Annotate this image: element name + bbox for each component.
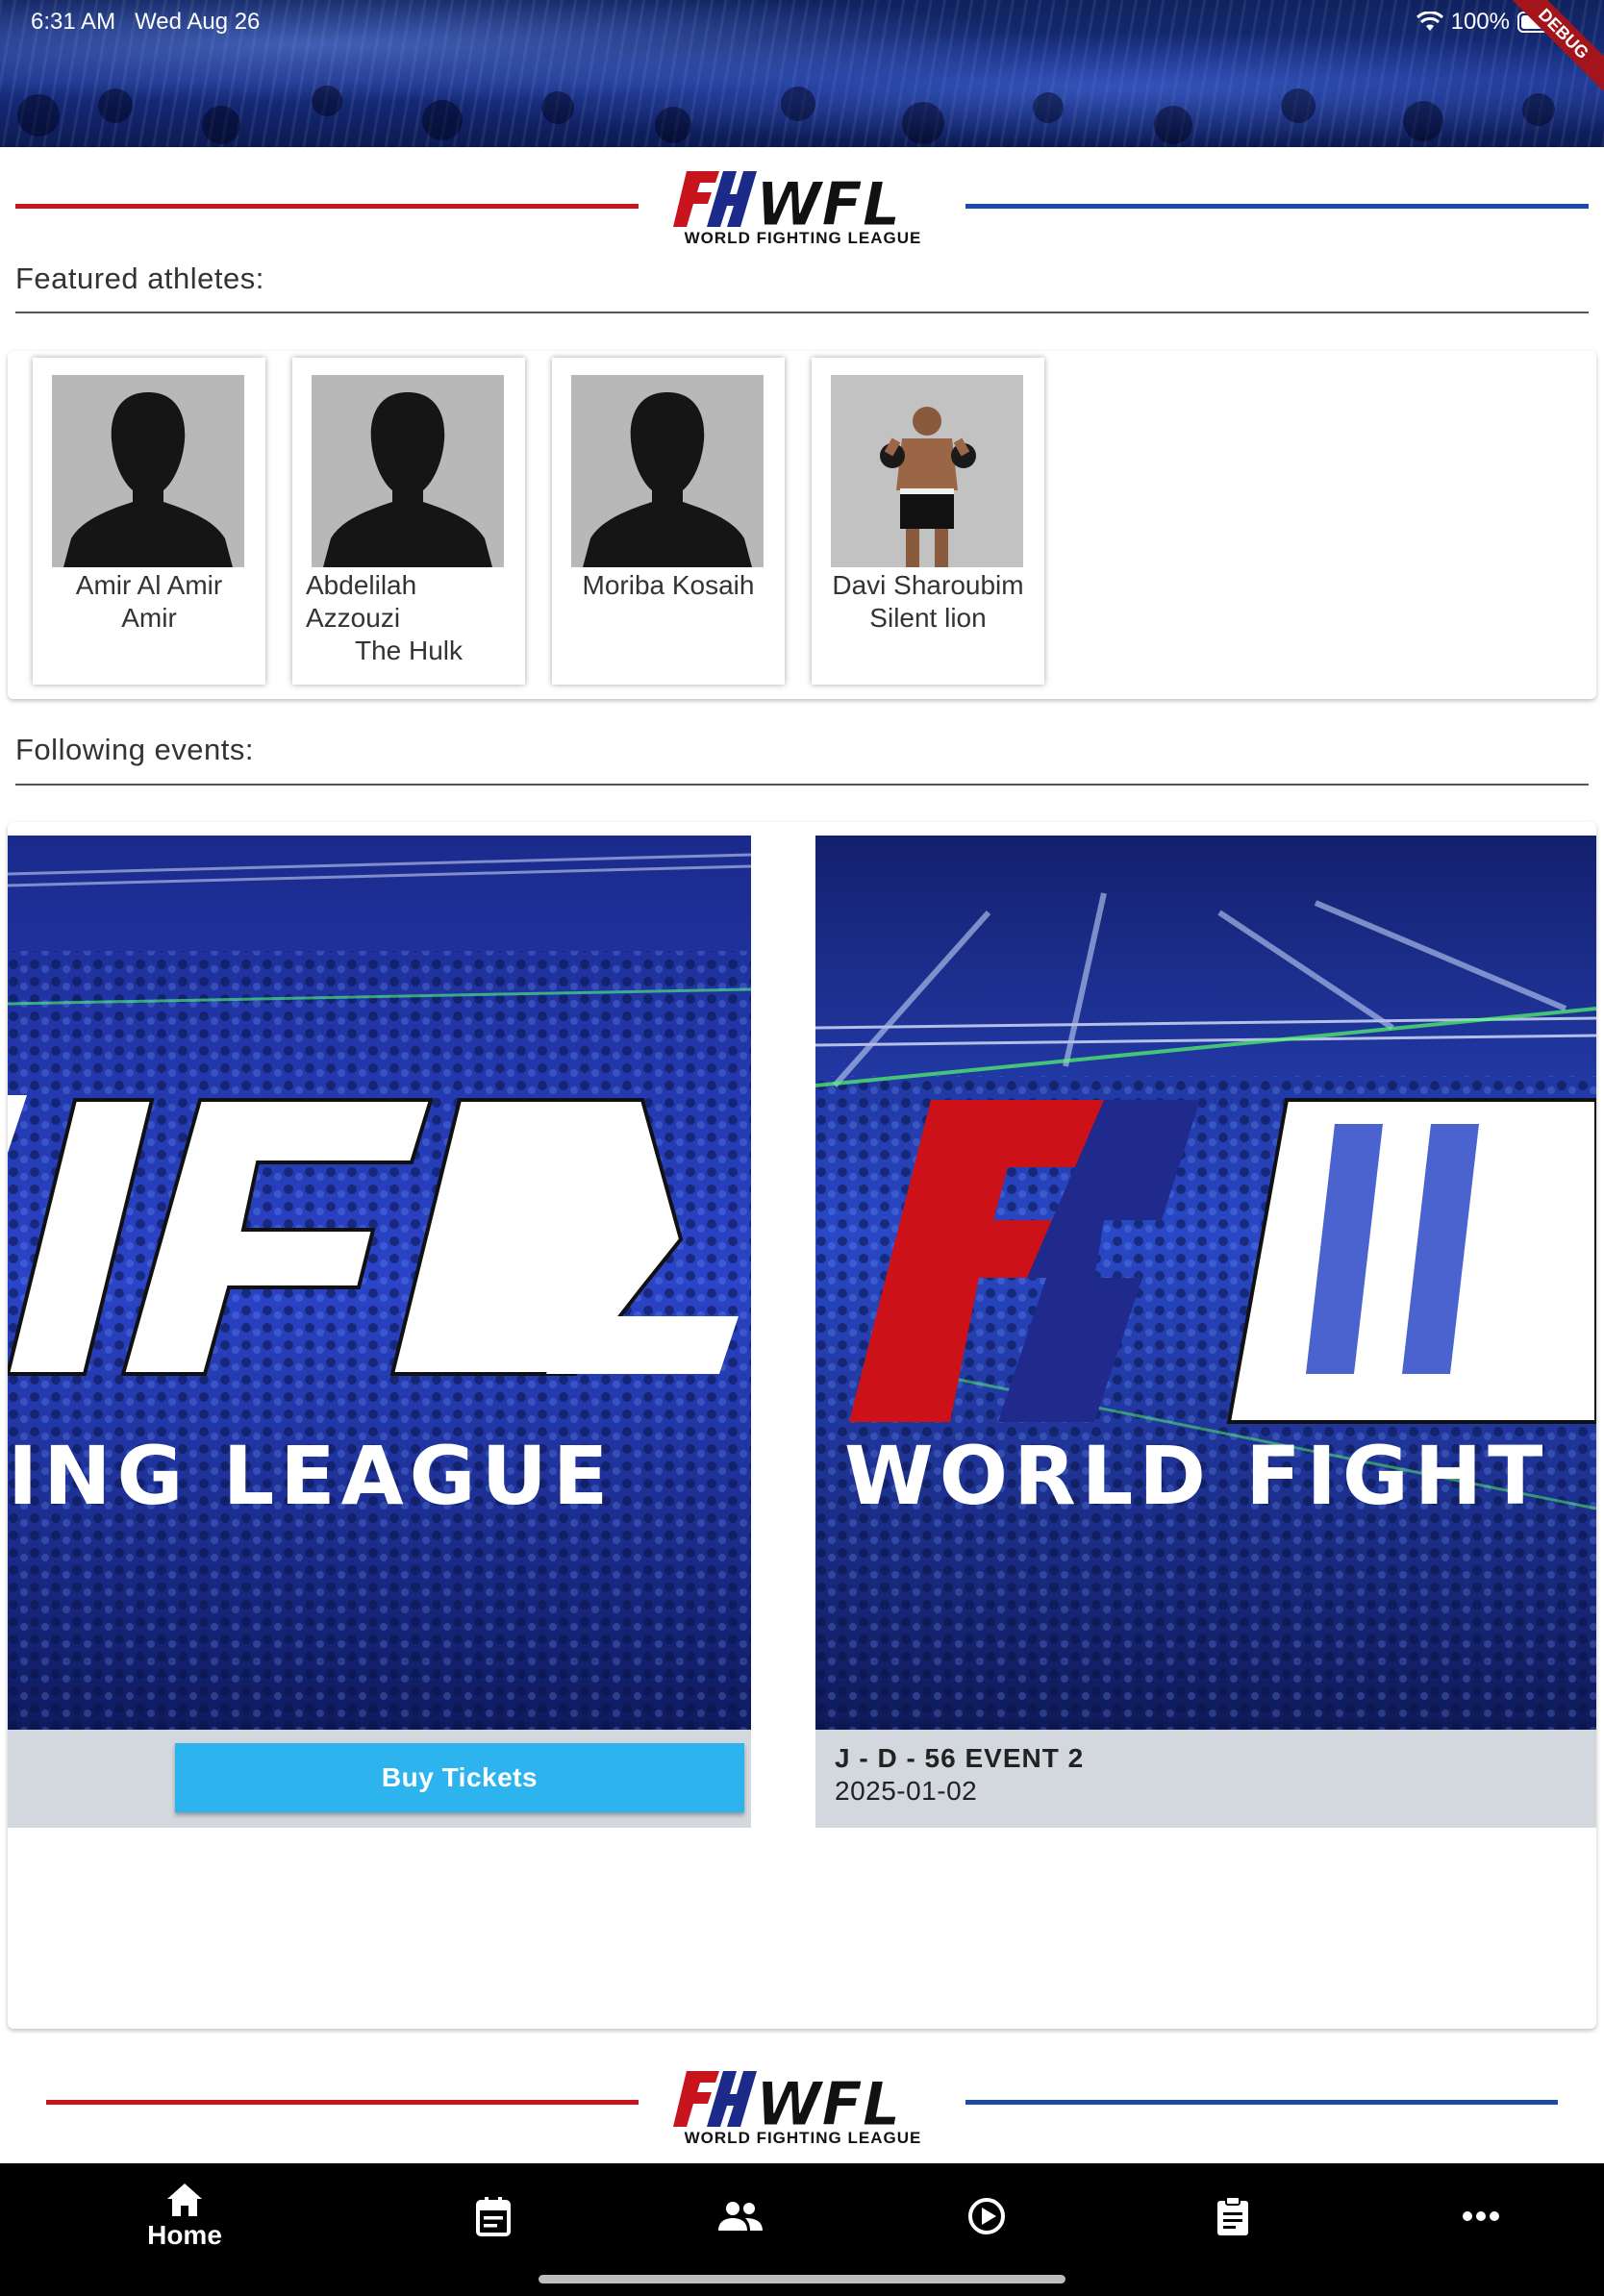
calendar-icon xyxy=(476,2197,511,2236)
poster-text: WORLD FIGHT xyxy=(844,1429,1548,1523)
athlete-nickname: The Hulk xyxy=(354,636,464,665)
athlete-name: Amir Al Amir Amir xyxy=(75,570,223,633)
logo-bar-top: WFL WORLD FIGHTING LEAGUE xyxy=(0,165,1604,252)
athlete-card[interactable]: Davi Sharoubim Silent lion xyxy=(812,358,1044,685)
event-card[interactable]: WORLD FIGHT J - D - 56 EVENT 2 2025-01-0… xyxy=(815,836,1596,1828)
athlete-avatar-placeholder xyxy=(571,375,764,567)
event-poster[interactable]: ING LEAGUE xyxy=(8,836,751,1730)
person-silhouette-icon xyxy=(312,375,504,567)
nav-home-label: Home xyxy=(147,2220,222,2250)
wfl-logo: WFL WORLD FIGHTING LEAGUE xyxy=(673,2065,933,2152)
person-silhouette-icon xyxy=(52,375,244,567)
section-divider xyxy=(15,784,1589,786)
athlete-card[interactable]: Moriba Kosaih xyxy=(552,358,785,685)
people-icon xyxy=(718,2202,763,2231)
event-name: J - D - 56 EVENT 2 xyxy=(835,1743,1085,1773)
more-icon xyxy=(1463,2211,1499,2221)
athlete-name-block: Davi Sharoubim Silent lion xyxy=(825,569,1031,635)
date-text: Wed Aug 26 xyxy=(135,9,261,35)
athlete-nickname: Silent lion xyxy=(869,603,987,633)
svg-text:WFL: WFL xyxy=(756,2069,900,2136)
section-divider xyxy=(15,312,1589,313)
wfl-logo: WFL WORLD FIGHTING LEAGUE xyxy=(673,165,933,252)
battery-percent: 100% xyxy=(1450,9,1510,35)
event-poster-image: WORLD FIGHT xyxy=(815,836,1596,1730)
time-text: 6:31 AM xyxy=(31,9,116,35)
event-poster-image: ING LEAGUE xyxy=(8,836,751,1730)
hero-banner: 6:31 AM Wed Aug 26 100% DEBUG xyxy=(0,0,1604,147)
nav-videos[interactable] xyxy=(890,2163,1083,2269)
athlete-card[interactable]: Amir Al Amir Amir xyxy=(33,358,265,685)
nav-events[interactable] xyxy=(397,2163,589,2269)
athlete-name: Davi Sharoubim xyxy=(832,570,1024,600)
nav-results[interactable] xyxy=(1137,2163,1329,2269)
event-footer: J - D - 56 EVENT 2 2025-01-02 xyxy=(815,1730,1596,1828)
bottom-navigation: Home xyxy=(0,2163,1604,2296)
status-time: 6:31 AM Wed Aug 26 xyxy=(31,9,260,36)
event-card[interactable]: ING LEAGUE Buy Tickets xyxy=(8,836,751,1828)
home-indicator[interactable] xyxy=(539,2275,1065,2284)
event-poster[interactable]: WORLD FIGHT xyxy=(815,836,1596,1730)
logo-bar-bottom: WFL WORLD FIGHTING LEAGUE xyxy=(0,2065,1604,2152)
blue-divider xyxy=(965,2100,1558,2105)
logo-subtitle: WORLD FIGHTING LEAGUE xyxy=(684,2129,922,2147)
svg-text:WFL: WFL xyxy=(756,169,900,237)
play-circle-icon xyxy=(968,2198,1005,2234)
wfl-logo-mark: WFL xyxy=(673,2069,901,2136)
nav-more[interactable] xyxy=(1385,2163,1577,2269)
athlete-name: Abdelilah Azzouzi xyxy=(306,570,417,633)
featured-athletes-title: Featured athletes: xyxy=(15,262,264,295)
athlete-avatar-placeholder xyxy=(52,375,244,567)
athlete-name: Moriba Kosaih xyxy=(582,570,755,600)
wifi-icon xyxy=(1416,12,1443,31)
red-divider xyxy=(46,2100,639,2105)
blue-divider xyxy=(965,204,1589,209)
athlete-card[interactable]: Abdelilah Azzouzi The Hulk xyxy=(292,358,525,685)
athlete-name-block: Abdelilah Azzouzi The Hulk xyxy=(306,569,512,667)
event-date: 2025-01-02 xyxy=(835,1776,978,1806)
athletes-carousel[interactable]: Amir Al Amir Amir Abdelilah Azzouzi The … xyxy=(8,351,1596,699)
events-carousel[interactable]: ING LEAGUE Buy Tickets WORLD FIGHT J - D… xyxy=(8,822,1596,2029)
athlete-avatar-placeholder xyxy=(312,375,504,567)
clipboard-icon xyxy=(1217,2196,1248,2235)
nav-athletes[interactable] xyxy=(644,2163,837,2269)
home-icon xyxy=(167,2184,202,2216)
red-divider xyxy=(15,204,639,209)
fighter-photo xyxy=(831,375,1023,567)
poster-text: ING LEAGUE xyxy=(8,1429,614,1523)
buy-tickets-button[interactable]: Buy Tickets xyxy=(175,1743,744,1812)
event-footer: Buy Tickets xyxy=(8,1730,751,1828)
following-events-title: Following events: xyxy=(15,733,255,766)
logo-subtitle: WORLD FIGHTING LEAGUE xyxy=(684,229,922,247)
nav-home[interactable]: Home xyxy=(88,2163,281,2269)
athlete-photo xyxy=(831,375,1023,567)
wfl-logo-mark: WFL xyxy=(673,169,901,237)
person-silhouette-icon xyxy=(571,375,764,567)
